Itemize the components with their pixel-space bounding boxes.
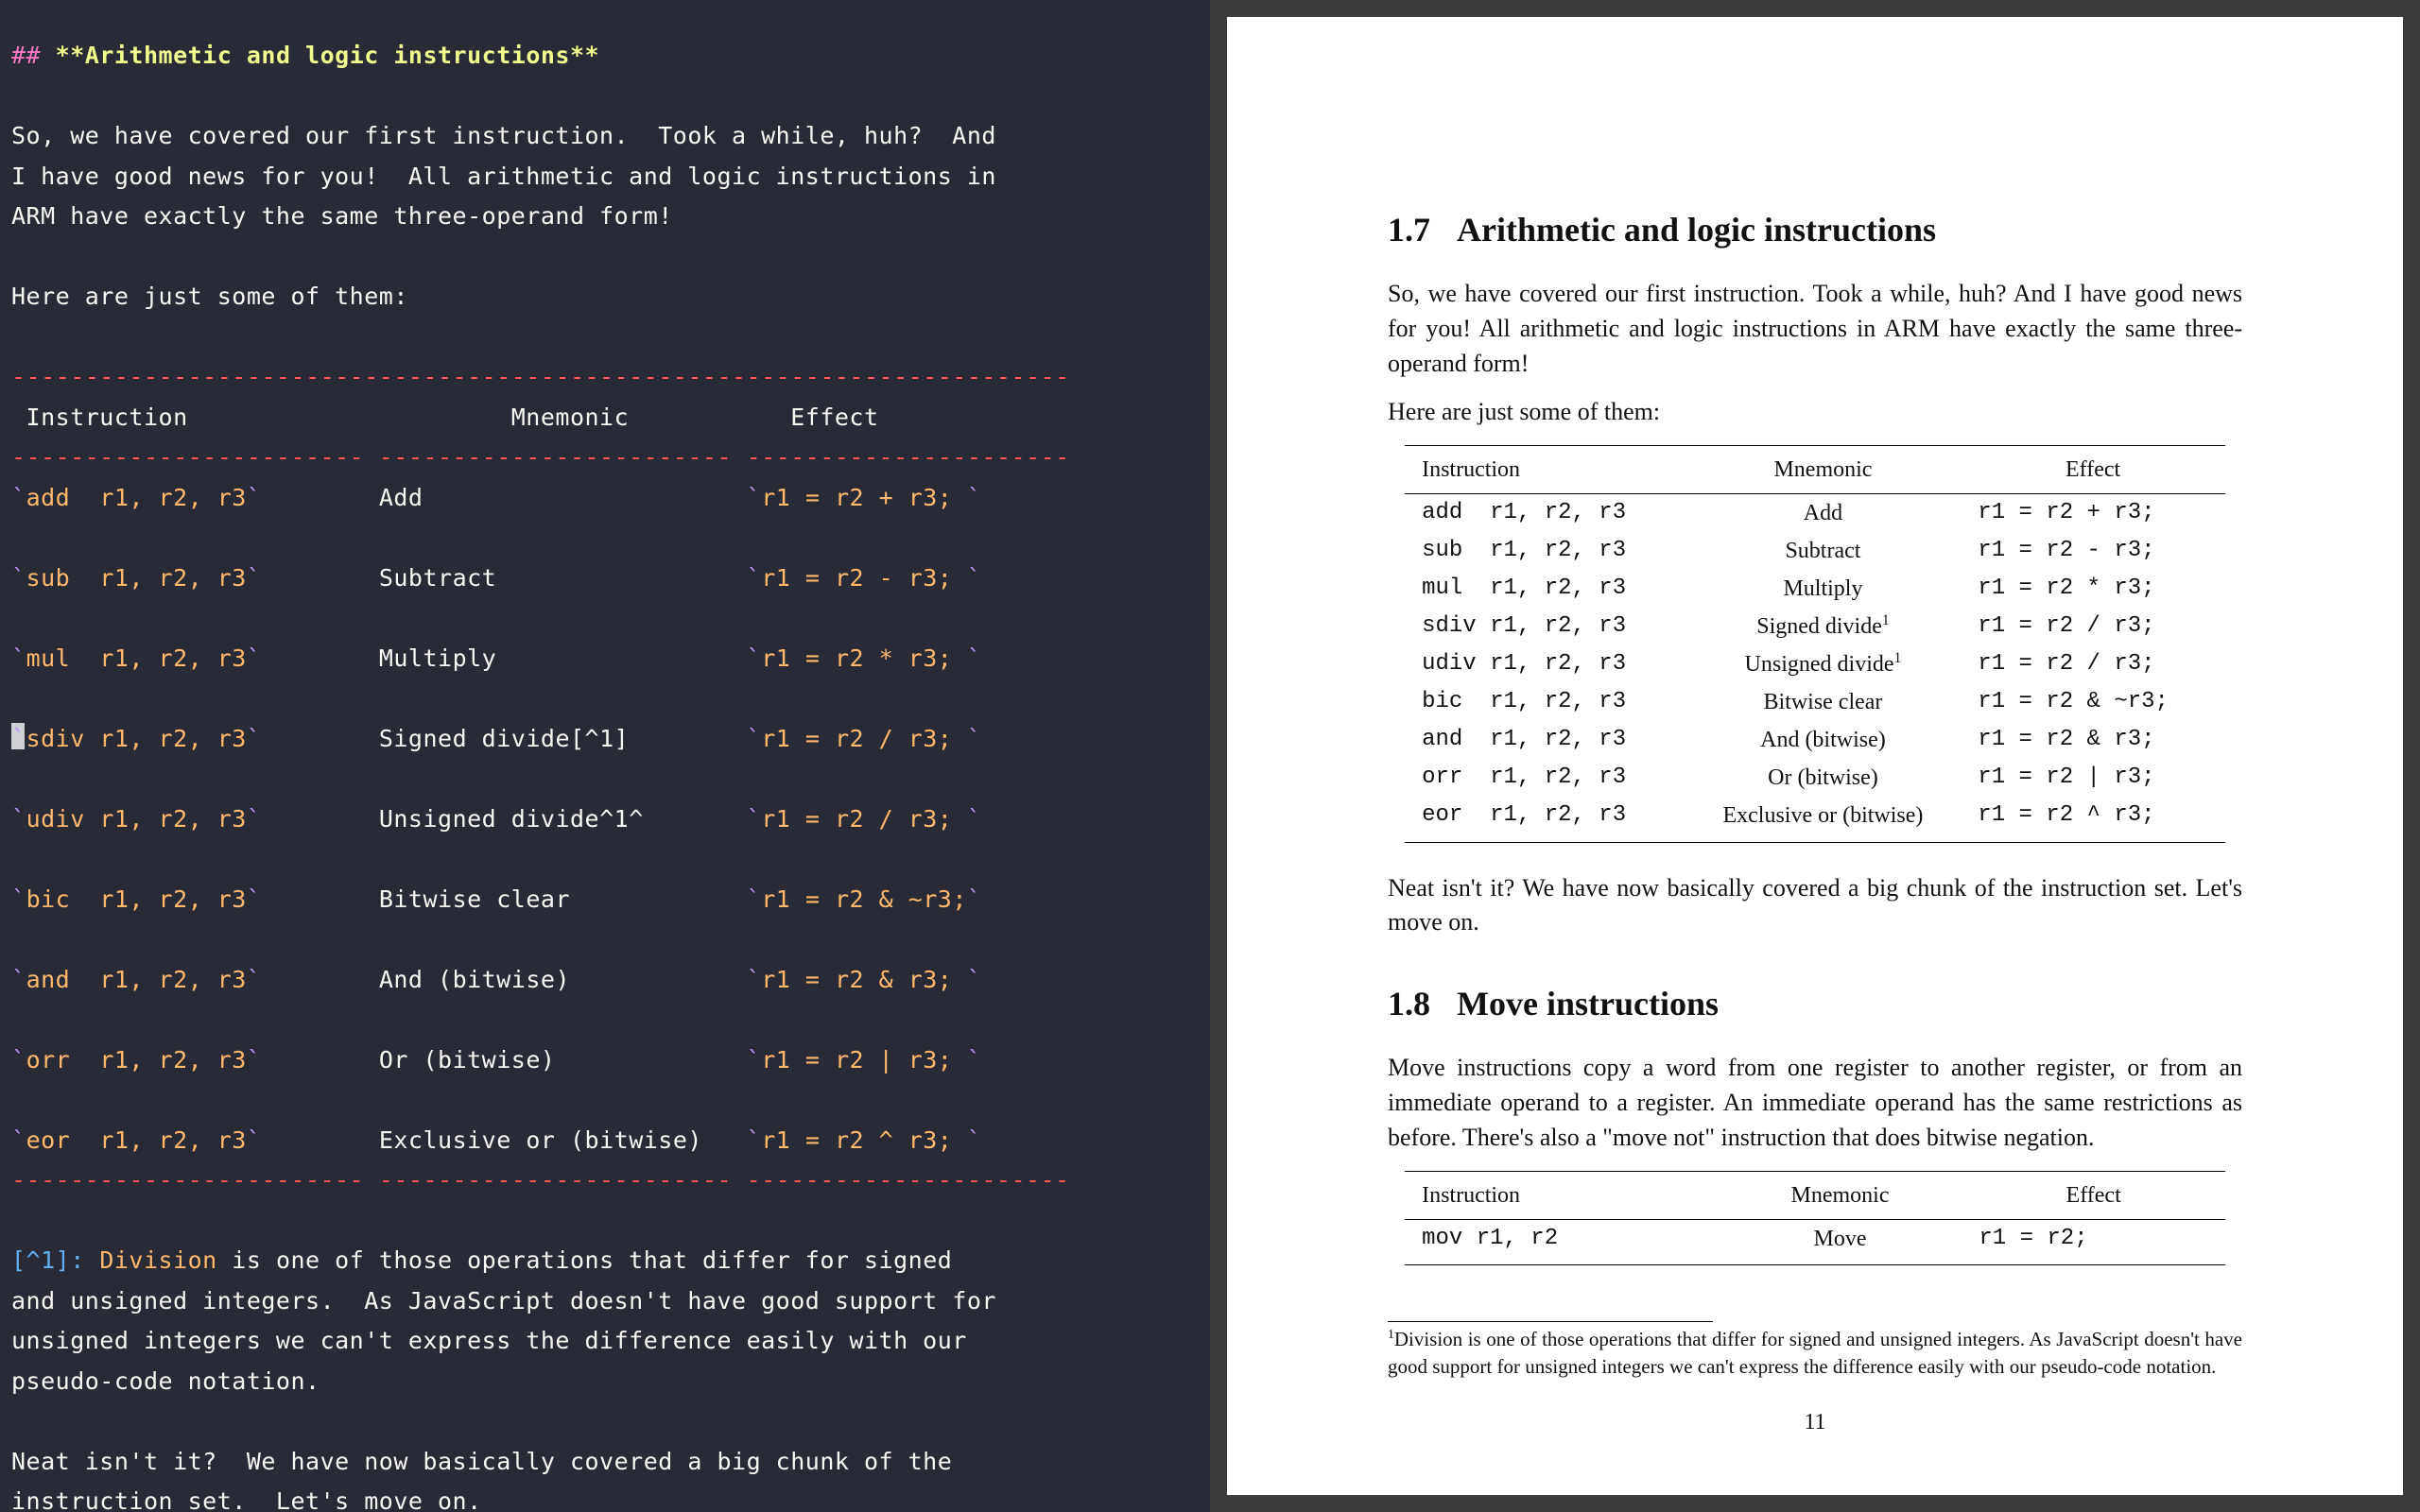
section-heading-1: 1.7 Arithmetic and logic instructions [1388, 206, 2242, 254]
table-row: udiv r1, r2, r3Unsigned divide1r1 = r2 /… [1405, 645, 2225, 683]
section-title: Arithmetic and logic instructions [1457, 206, 1936, 254]
editor-table-row: `and r1, r2, r3` And (bitwise) `r1 = r2 … [11, 966, 981, 993]
footnote-marker: 1 [1388, 1327, 1394, 1341]
editor-table-row: `sdiv r1, r2, r3` Signed divide[^1] `r1 … [11, 725, 981, 752]
table-header: Mnemonic [1719, 1172, 1962, 1220]
table-row: eor r1, r2, r3Exclusive or (bitwise)r1 =… [1405, 797, 2225, 842]
editor-table-row: `sub r1, r2, r3` Subtract `r1 = r2 - r3;… [11, 564, 981, 592]
paragraph: Neat isn't it? We have now basically cov… [1388, 871, 2242, 941]
table-header: Instruction [1405, 1172, 1719, 1220]
pdf-page: 1.7 Arithmetic and logic instructions So… [1227, 17, 2403, 1495]
table-row: and r1, r2, r3And (bitwise)r1 = r2 & r3; [1405, 721, 2225, 759]
table-row: sub r1, r2, r3Subtractr1 = r2 - r3; [1405, 532, 2225, 570]
editor-table-row: `eor r1, r2, r3` Exclusive or (bitwise) … [11, 1126, 981, 1154]
table-row: bic r1, r2, r3Bitwise clearr1 = r2 & ~r3… [1405, 683, 2225, 721]
editor-table-row: `mul r1, r2, r3` Multiply `r1 = r2 * r3;… [11, 644, 981, 672]
editor-table-row: `orr r1, r2, r3` Or (bitwise) `r1 = r2 |… [11, 1046, 981, 1074]
paragraph: So, we have covered our first instructio… [1388, 277, 2242, 382]
table-row: mul r1, r2, r3Multiplyr1 = r2 * r3; [1405, 570, 2225, 608]
markdown-editor[interactable]: ## **Arithmetic and logic instructions**… [0, 0, 1210, 1512]
footnote: 1Division is one of those operations tha… [1388, 1315, 2242, 1380]
instruction-table-arithmetic: InstructionMnemonicEffectadd r1, r2, r3A… [1405, 445, 2225, 843]
pdf-preview-pane[interactable]: 1.7 Arithmetic and logic instructions So… [1210, 0, 2420, 1512]
table-row: orr r1, r2, r3Or (bitwise)r1 = r2 | r3; [1405, 759, 2225, 797]
footnote-text: Division is one of those operations that… [1388, 1328, 2242, 1377]
editor-table-row: `add r1, r2, r3` Add `r1 = r2 + r3; ` [11, 484, 981, 511]
section-number: 1.8 [1388, 980, 1430, 1028]
table-header: Effect [1962, 1172, 2225, 1220]
page-number: 11 [1388, 1406, 2242, 1438]
table-header: Mnemonic [1685, 445, 1962, 493]
section-heading-2: 1.8 Move instructions [1388, 980, 2242, 1028]
instruction-table-move: InstructionMnemonicEffectmov r1, r2Mover… [1405, 1171, 2225, 1265]
table-row: add r1, r2, r3Addr1 = r2 + r3; [1405, 493, 2225, 532]
paragraph: Here are just some of them: [1388, 395, 2242, 430]
table-header: Instruction [1405, 445, 1685, 493]
table-row: sdiv r1, r2, r3Signed divide1r1 = r2 / r… [1405, 608, 2225, 645]
editor-table-row: `udiv r1, r2, r3` Unsigned divide^1^ `r1… [11, 805, 981, 833]
paragraph: Move instructions copy a word from one r… [1388, 1051, 2242, 1156]
table-row: mov r1, r2Mover1 = r2; [1405, 1220, 2225, 1265]
section-number: 1.7 [1388, 206, 1430, 254]
table-header: Effect [1961, 445, 2225, 493]
section-title: Move instructions [1457, 980, 1719, 1028]
editor-table-row: `bic r1, r2, r3` Bitwise clear `r1 = r2 … [11, 885, 981, 913]
